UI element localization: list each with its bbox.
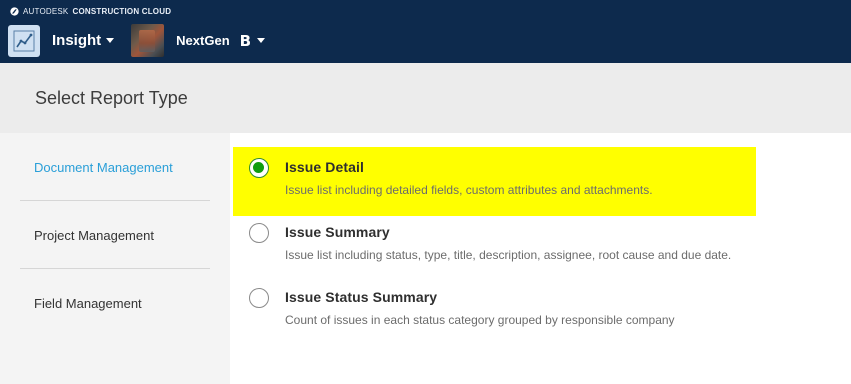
app-switcher-chevron-down-icon[interactable] [106, 38, 115, 43]
project-switcher-chevron-down-icon[interactable] [257, 38, 266, 43]
report-option-issue-status-summary[interactable]: Issue Status Summary Count of issues in … [249, 288, 839, 338]
radio-button-selected[interactable] [249, 158, 269, 178]
report-option-description: Issue list including detailed fields, cu… [285, 183, 653, 197]
report-option-title: Issue Summary [285, 224, 390, 240]
page-header: Select Report Type [0, 63, 851, 133]
report-category-sidebar: Document Management Project Management F… [0, 133, 230, 384]
brand-product: CONSTRUCTION CLOUD [72, 6, 172, 16]
sidebar-item-project-management[interactable]: Project Management [20, 201, 210, 269]
sidebar-item-label: Project Management [34, 227, 154, 243]
app-project-switcher: Insight NextGen B [8, 24, 266, 57]
report-option-issue-summary[interactable]: Issue Summary Issue list including statu… [249, 223, 839, 273]
report-option-issue-detail[interactable]: Issue Detail Issue list including detail… [249, 158, 839, 208]
autodesk-logo-icon [10, 6, 19, 16]
page-title: Select Report Type [35, 88, 188, 108]
sidebar-item-document-management[interactable]: Document Management [20, 133, 210, 201]
autodesk-brand: AUTODESK CONSTRUCTION CLOUD [10, 5, 171, 17]
report-option-title: Issue Detail [285, 159, 365, 175]
sidebar-item-label: Field Management [34, 295, 142, 311]
radio-button[interactable] [249, 288, 269, 308]
sidebar-item-field-management[interactable]: Field Management [20, 269, 210, 337]
radio-button[interactable] [249, 223, 269, 243]
project-thumbnail[interactable] [131, 24, 165, 57]
report-option-description: Count of issues in each status category … [285, 313, 675, 327]
report-option-description: Issue list including status, type, title… [285, 248, 732, 262]
insight-chart-icon[interactable] [8, 24, 40, 57]
app-switcher-label[interactable]: Insight [52, 32, 101, 49]
project-switcher-label[interactable]: NextGen [176, 33, 229, 48]
report-option-title: Issue Status Summary [285, 289, 438, 305]
brand-prefix: AUTODESK [23, 6, 69, 16]
sidebar-item-label: Document Management [34, 159, 173, 175]
project-badge: B [239, 31, 252, 50]
top-navigation-bar: AUTODESK CONSTRUCTION CLOUD Insight Next… [0, 0, 851, 63]
report-type-list: Issue Detail Issue list including detail… [230, 133, 851, 384]
